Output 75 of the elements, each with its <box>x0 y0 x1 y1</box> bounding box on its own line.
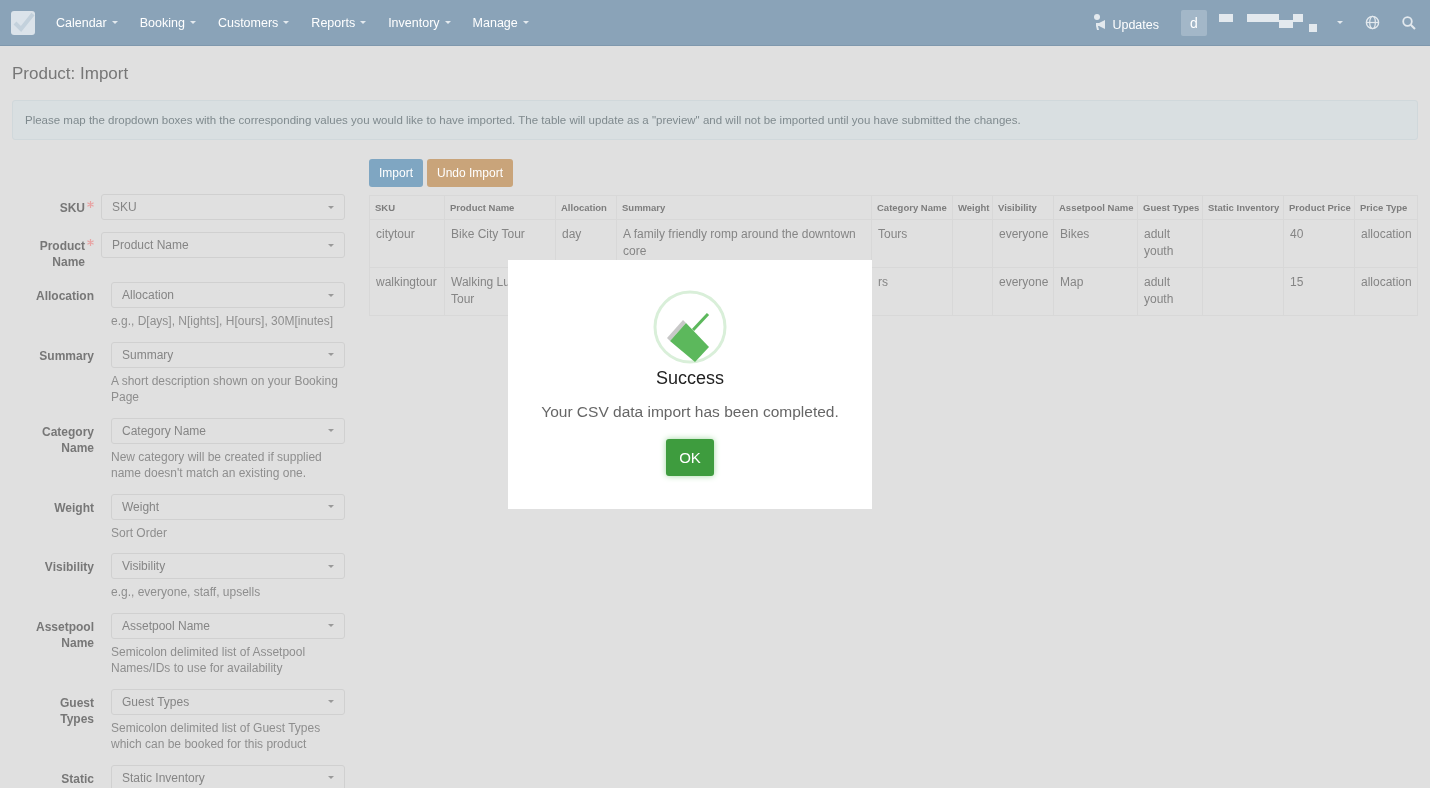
help-text: Semicolon delimited list of Guest Types which can be booked for this product <box>111 719 322 753</box>
table-cell: everyone <box>999 227 1049 241</box>
field-label: Assetpool Name <box>35 618 94 651</box>
field-label: Product Name <box>38 238 85 270</box>
field-label: Static <box>60 770 94 787</box>
table-cell: allocation <box>1361 275 1412 289</box>
field-label: Guest Types <box>59 694 94 727</box>
table-cell: 40 <box>1290 227 1304 241</box>
table-cell: Tours <box>878 227 908 241</box>
column-header: Category Name <box>871 195 953 220</box>
table-cell: walkingtour <box>376 275 437 289</box>
mapping-dropdown[interactable]: SKU <box>101 194 345 220</box>
mapping-dropdown[interactable]: Visibility <box>111 553 345 579</box>
user-avatar[interactable]: d <box>1181 9 1207 36</box>
mapping-dropdown[interactable]: Summary <box>111 341 345 368</box>
column-header: Allocation <box>555 195 617 220</box>
caret-icon[interactable] <box>1337 21 1343 24</box>
field-label: Visibility <box>43 559 94 575</box>
column-header: SKU <box>369 195 445 220</box>
nav-menu[interactable]: Manage <box>472 15 529 30</box>
globe-icon[interactable] <box>1365 15 1380 30</box>
mapping-dropdown[interactable]: Product Name <box>101 232 345 258</box>
column-header: Summary <box>616 195 872 220</box>
nav-menu[interactable]: Reports <box>311 15 367 30</box>
field-label: Category Name <box>41 423 94 456</box>
field-label: Allocation <box>35 288 94 304</box>
table-cell: Bike City Tour <box>451 227 525 241</box>
help-text: A short description shown on your Booking Page <box>111 372 339 406</box>
column-header: Guest Types <box>1137 195 1203 220</box>
dialog-message: Your CSV data import has been completed. <box>541 403 839 421</box>
updates-button[interactable]: Updates <box>1094 13 1159 32</box>
table-cell: adult youth <box>1144 275 1174 306</box>
ok-button[interactable]: OK <box>666 439 714 476</box>
help-text: e.g., everyone, staff, upsells <box>111 584 262 601</box>
help-text: e.g., D[ays], N[ights], H[ours], 30M[inutes] <box>111 313 335 330</box>
column-header: Price Type <box>1354 195 1418 220</box>
mapping-dropdown[interactable]: Static Inventory <box>111 764 345 788</box>
nav-menu[interactable]: Customers <box>217 15 290 30</box>
column-header: Visibility <box>992 195 1054 220</box>
field-label: Weight <box>53 499 94 516</box>
table-cell: day <box>562 227 582 241</box>
mapping-dropdown[interactable]: Assetpool Name <box>111 612 345 639</box>
dialog-title: Success <box>656 368 724 389</box>
page-title: Product: Import <box>12 64 130 84</box>
undo-import-button[interactable]: Undo Import <box>427 159 514 187</box>
info-message: Please map the dropdown boxes with the corresponding values you would like to have imported. The table will update as a "preview" and will not be imported until you have submitted the changes. <box>12 100 1418 140</box>
help-text: Sort Order <box>111 524 168 541</box>
mapping-dropdown[interactable]: Allocation <box>111 282 345 308</box>
table-cell: adult youth <box>1144 227 1174 258</box>
table-cell: A family friendly romp around the downtown core <box>623 227 856 258</box>
help-text: New category will be created if supplied name doesn't match an existing one. <box>111 448 323 482</box>
search-icon[interactable] <box>1402 15 1416 30</box>
field-label: Summary <box>38 347 94 364</box>
nav-menu[interactable]: Calendar <box>56 15 118 30</box>
table-cell: citytour <box>376 227 415 241</box>
help-text: Semicolon delimited list of Assetpool Names/IDs to use for availability <box>111 643 307 677</box>
table-cell: rs <box>878 275 888 289</box>
column-header: Weight <box>952 195 993 220</box>
nav-menu[interactable]: Booking <box>139 15 196 30</box>
column-header: Product Price <box>1283 195 1355 220</box>
checkbox-logo-icon[interactable] <box>10 9 36 36</box>
nav-menu[interactable]: Inventory <box>388 15 451 30</box>
table-cell: allocation <box>1361 227 1412 241</box>
table-cell: Map <box>1060 275 1084 289</box>
column-header: Product Name <box>444 195 556 220</box>
import-button[interactable]: Import <box>369 159 423 187</box>
table-cell: everyone <box>999 275 1049 289</box>
column-header: Static Inventory <box>1202 195 1284 220</box>
mapping-dropdown[interactable]: Category Name <box>111 417 345 444</box>
table-cell: Bikes <box>1060 227 1090 241</box>
column-header: Assetpool Name <box>1053 195 1138 220</box>
mapping-dropdown[interactable]: Guest Types <box>111 688 345 715</box>
table-cell: 15 <box>1290 275 1304 289</box>
field-label: SKU <box>58 200 85 216</box>
mapping-dropdown[interactable]: Weight <box>111 493 345 520</box>
